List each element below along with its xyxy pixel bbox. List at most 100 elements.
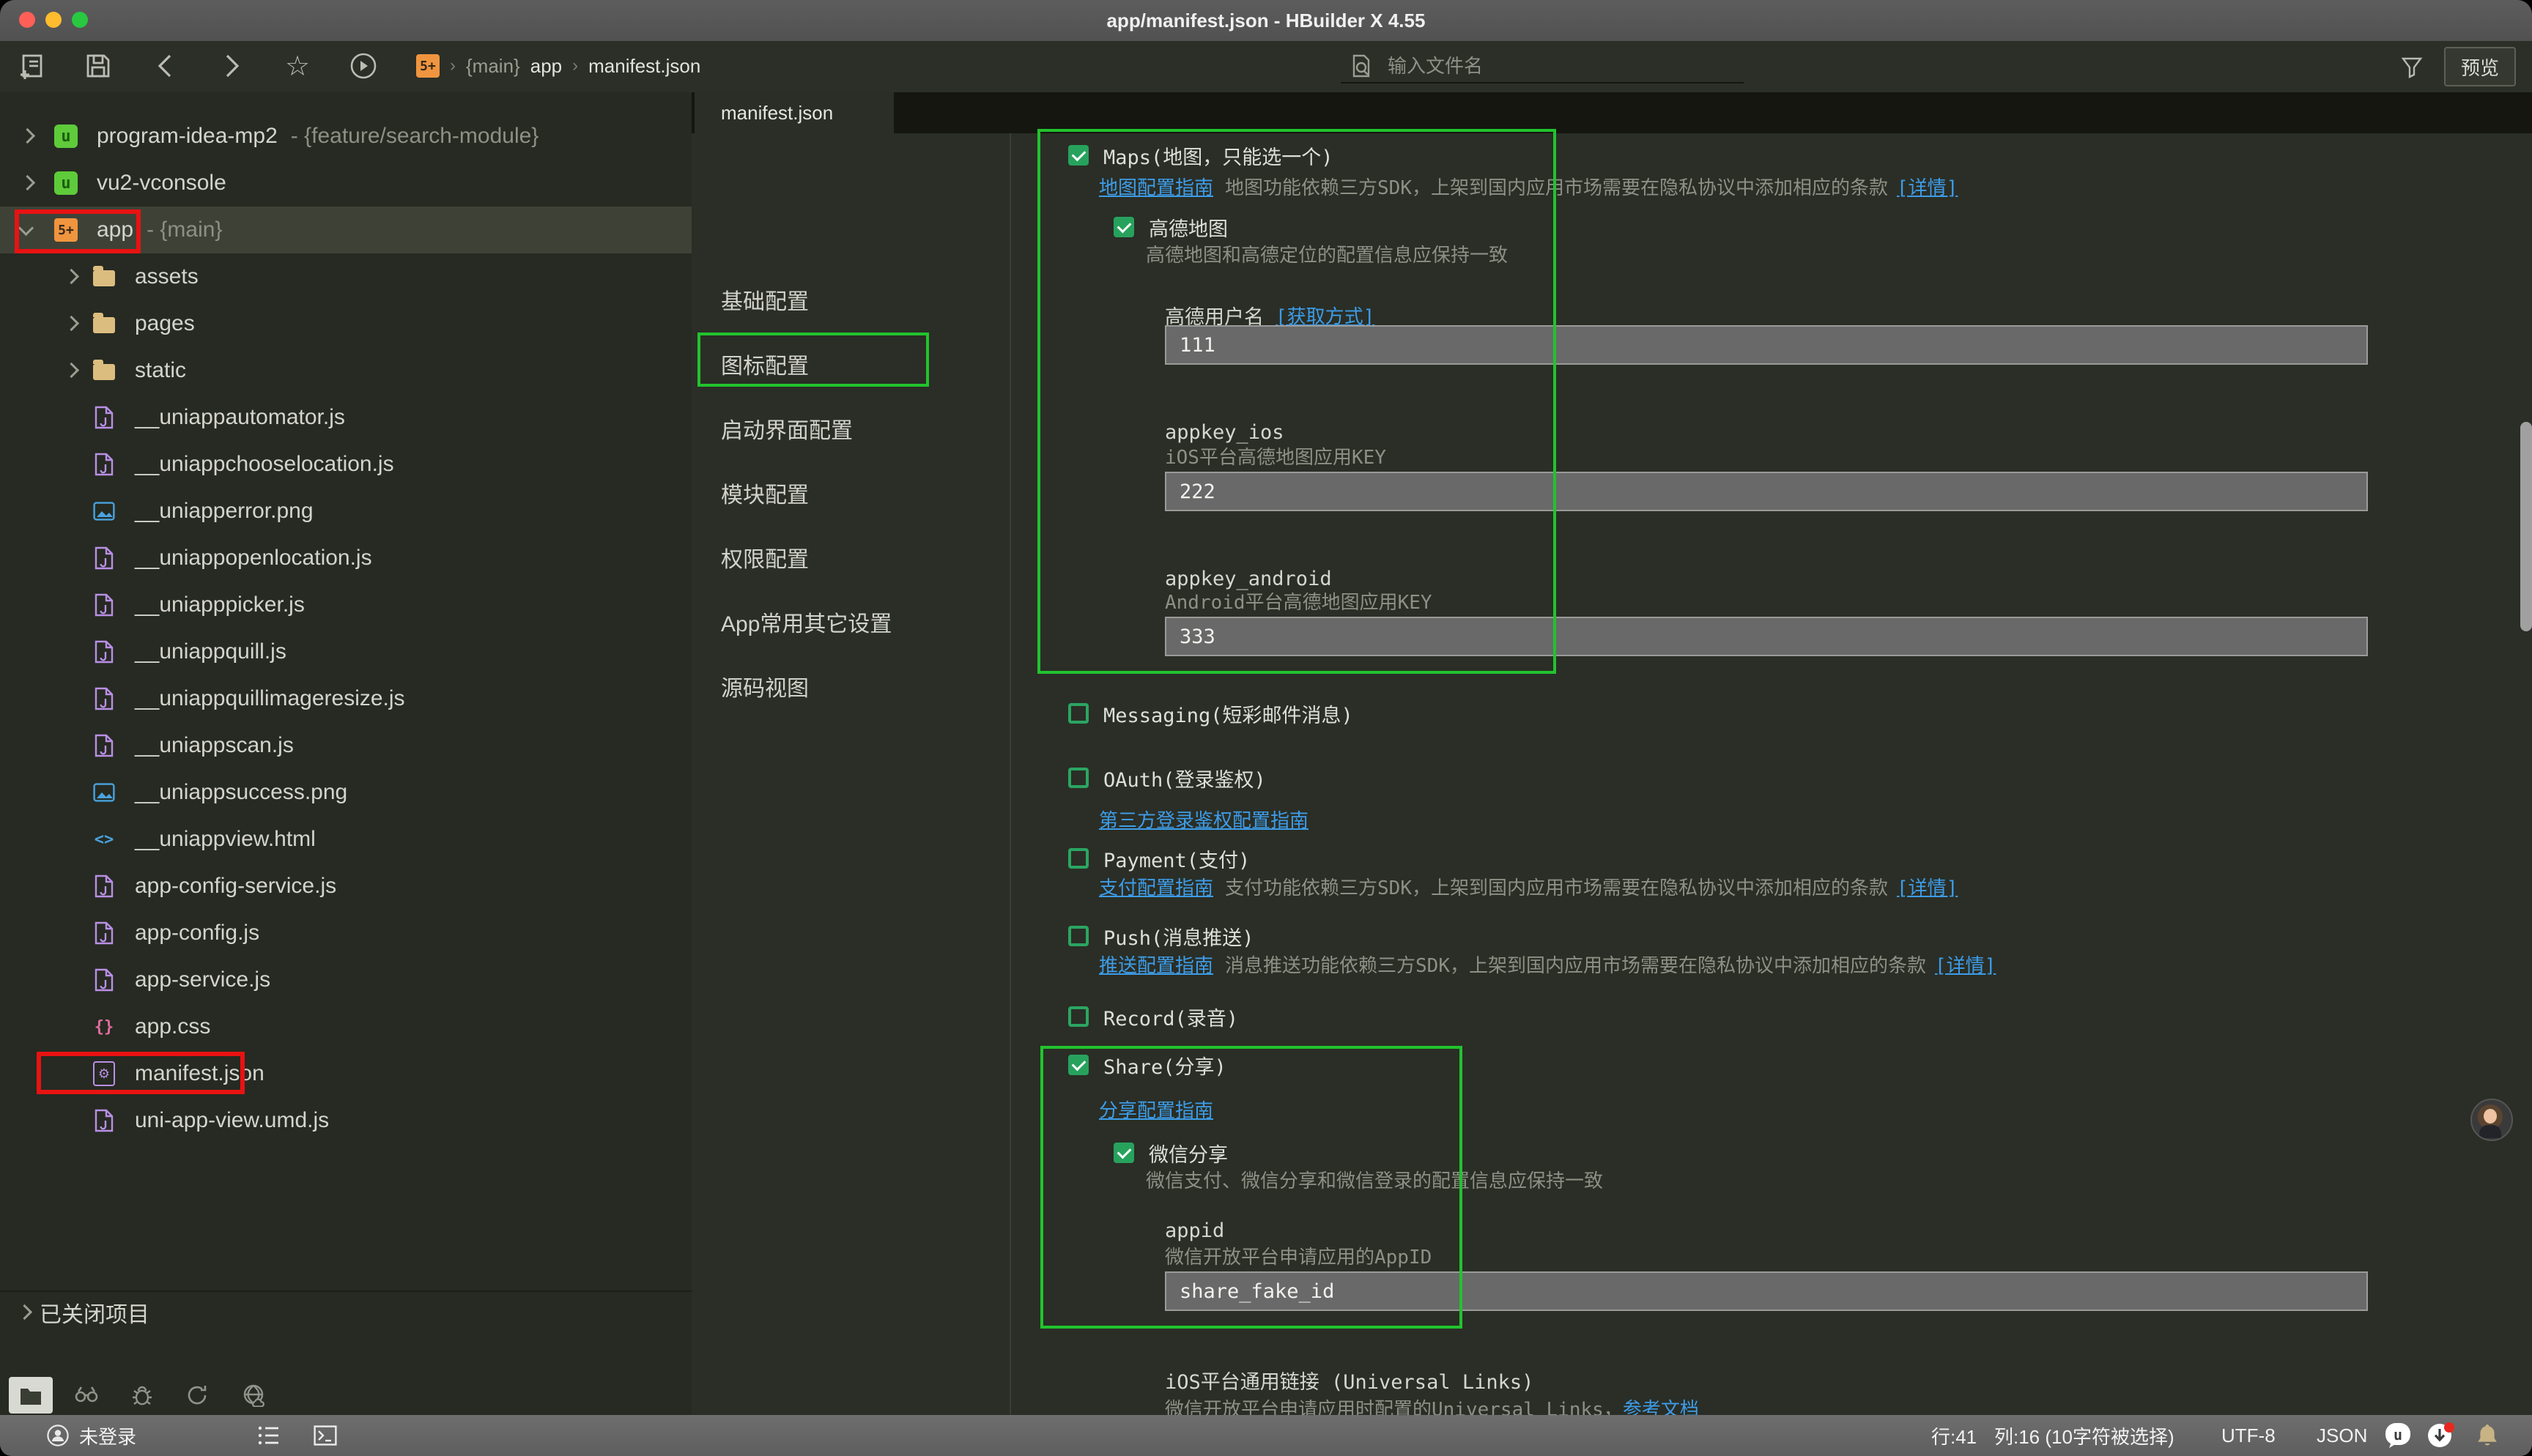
tree-item-__uniappopenlocation.js[interactable]: __uniappopenlocation.js (0, 535, 692, 582)
appkey-ios-input[interactable]: 222 (1165, 472, 2368, 511)
tree-item-__uniappsuccess.png[interactable]: __uniappsuccess.png (0, 769, 692, 816)
tree-item-manifest.json[interactable]: ⚙manifest.json (0, 1050, 692, 1097)
breadcrumb-branch[interactable]: {main} (466, 55, 520, 78)
new-project-icon[interactable] (16, 51, 45, 81)
config-nav-权限配置[interactable]: 权限配置 (721, 543, 809, 572)
tree-item-uni-app-view.umd.js[interactable]: uni-app-view.umd.js (0, 1097, 692, 1144)
config-nav-源码视图[interactable]: 源码视图 (721, 672, 809, 701)
messaging-checkbox[interactable] (1068, 703, 1089, 724)
forward-icon[interactable] (217, 51, 246, 81)
chevron-right-icon (16, 173, 37, 193)
payment-detail-link[interactable]: [详情] (1897, 873, 1958, 900)
minimize-window-button[interactable] (45, 12, 62, 28)
manifest-file-icon: ⚙ (93, 1061, 115, 1086)
breadcrumb-file[interactable]: manifest.json (588, 55, 700, 78)
tab-cloud-icon[interactable] (232, 1377, 275, 1414)
amap-label: 高德地图 (1149, 213, 1228, 242)
amap-username-howto-link[interactable]: [获取方式] (1276, 302, 1374, 329)
login-status[interactable]: 未登录 (47, 1415, 136, 1456)
tree-item-__uniappchooselocation.js[interactable]: __uniappchooselocation.js (0, 441, 692, 488)
preview-button[interactable]: 预览 (2444, 47, 2516, 86)
appkey-android-input[interactable]: 333 (1165, 617, 2368, 656)
closed-projects-row[interactable]: 已关闭项目 (0, 1290, 692, 1333)
feedback-icon[interactable]: u (2384, 1415, 2412, 1456)
config-nav-启动界面配置[interactable]: 启动界面配置 (721, 414, 853, 443)
maximize-window-button[interactable] (72, 12, 88, 28)
run-icon[interactable] (349, 51, 378, 81)
tree-item-vu2-vconsole[interactable]: uvu2-vconsole (0, 160, 692, 207)
update-icon[interactable] (2426, 1415, 2456, 1456)
tree-item-app[interactable]: 5+app- {main} (0, 207, 692, 253)
outline-icon[interactable] (258, 1415, 280, 1456)
terminal-icon[interactable] (314, 1415, 337, 1456)
form-scrollbar[interactable] (2520, 422, 2532, 631)
tab-debug-icon[interactable] (120, 1377, 164, 1414)
tab-search-icon[interactable] (64, 1377, 108, 1414)
js-file-icon (95, 406, 114, 429)
share-checkbox[interactable] (1068, 1055, 1089, 1075)
search-input[interactable] (1385, 53, 1684, 79)
tree-item-app-service.js[interactable]: app-service.js (0, 957, 692, 1003)
config-nav-模块配置[interactable]: 模块配置 (721, 478, 809, 508)
chevron-right-icon (13, 1302, 34, 1323)
amap-checkbox[interactable] (1114, 217, 1134, 237)
star-icon[interactable]: ☆ (283, 51, 312, 81)
folder-icon (93, 364, 115, 380)
wechat-share-checkbox[interactable] (1114, 1143, 1134, 1163)
config-nav-App常用其它设置[interactable]: App常用其它设置 (721, 607, 892, 636)
record-checkbox[interactable] (1068, 1006, 1089, 1027)
file-search-box[interactable] (1341, 50, 1744, 83)
syntax-indicator[interactable]: JSON (2317, 1415, 2367, 1456)
filter-icon[interactable] (2397, 53, 2426, 82)
notification-bell-icon[interactable] (2476, 1415, 2498, 1456)
payment-guide-link[interactable]: 支付配置指南 (1099, 873, 1213, 900)
push-detail-link[interactable]: [详情] (1935, 951, 1996, 978)
push-guide-link[interactable]: 推送配置指南 (1099, 951, 1213, 978)
share-appid-input[interactable]: share_fake_id (1165, 1271, 2368, 1311)
tab-files-icon[interactable] (9, 1377, 53, 1414)
chevron-placeholder (60, 1017, 81, 1037)
tree-item-branch-suffix: - {feature/search-module} (291, 124, 539, 149)
tree-item-__uniapppicker.js[interactable]: __uniapppicker.js (0, 582, 692, 628)
tree-item-__uniappquill.js[interactable]: __uniappquill.js (0, 628, 692, 675)
maps-checkbox[interactable] (1068, 145, 1089, 166)
amap-username-input[interactable]: 111 (1165, 325, 2368, 365)
tree-item-__uniappquillimageresize.js[interactable]: __uniappquillimageresize.js (0, 675, 692, 722)
tab-sync-icon[interactable] (176, 1377, 220, 1414)
tree-item-pages[interactable]: pages (0, 300, 692, 347)
tree-item-static[interactable]: static (0, 347, 692, 394)
tree-item-program-idea-mp2[interactable]: uprogram-idea-mp2- {feature/search-modul… (0, 113, 692, 160)
tree-item-app-config.js[interactable]: app-config.js (0, 910, 692, 957)
maps-guide-link[interactable]: 地图配置指南 (1099, 173, 1213, 200)
tree-item-__uniapperror.png[interactable]: __uniapperror.png (0, 488, 692, 535)
breadcrumb-project[interactable]: app (530, 55, 562, 78)
tree-item-__uniappscan.js[interactable]: __uniappscan.js (0, 722, 692, 769)
tree-item-label: program-idea-mp2 (97, 124, 278, 149)
tab-manifest-json[interactable]: manifest.json (695, 92, 894, 133)
oauth-checkbox[interactable] (1068, 768, 1089, 788)
payment-checkbox[interactable] (1068, 848, 1089, 869)
share-guide-link[interactable]: 分享配置指南 (1099, 1096, 1213, 1123)
close-window-button[interactable] (19, 12, 35, 28)
tree-item-label: uni-app-view.umd.js (135, 1108, 329, 1133)
config-nav-图标配置[interactable]: 图标配置 (721, 349, 809, 379)
closed-projects-label: 已关闭项目 (40, 1296, 149, 1329)
cursor-column[interactable]: 列:16 (10字符被选择) (1994, 1415, 2174, 1456)
tree-item-app-config-service.js[interactable]: app-config-service.js (0, 863, 692, 910)
status-bar: 未登录 行:41 列:16 (10字符被选择) UTF-8 JSON u (0, 1415, 2532, 1456)
config-nav-基础配置[interactable]: 基础配置 (721, 285, 809, 314)
oauth-guide-link[interactable]: 第三方登录鉴权配置指南 (1099, 806, 1308, 833)
push-checkbox[interactable] (1068, 926, 1089, 946)
back-icon[interactable] (151, 51, 180, 81)
assistant-avatar[interactable] (2470, 1099, 2513, 1141)
tree-item-__uniappview.html[interactable]: <>__uniappview.html (0, 816, 692, 863)
cursor-line[interactable]: 行:41 (1931, 1415, 1977, 1456)
encoding-indicator[interactable]: UTF-8 (2221, 1415, 2276, 1456)
tree-item-app.css[interactable]: {}app.css (0, 1003, 692, 1050)
tree-item-__uniappautomator.js[interactable]: __uniappautomator.js (0, 394, 692, 441)
save-icon[interactable] (84, 51, 113, 81)
tree-item-assets[interactable]: assets (0, 253, 692, 300)
js-file-icon (95, 687, 114, 710)
universal-links-doc-link[interactable]: 参考文档 (1623, 1394, 1699, 1416)
maps-detail-link[interactable]: [详情] (1897, 173, 1958, 200)
